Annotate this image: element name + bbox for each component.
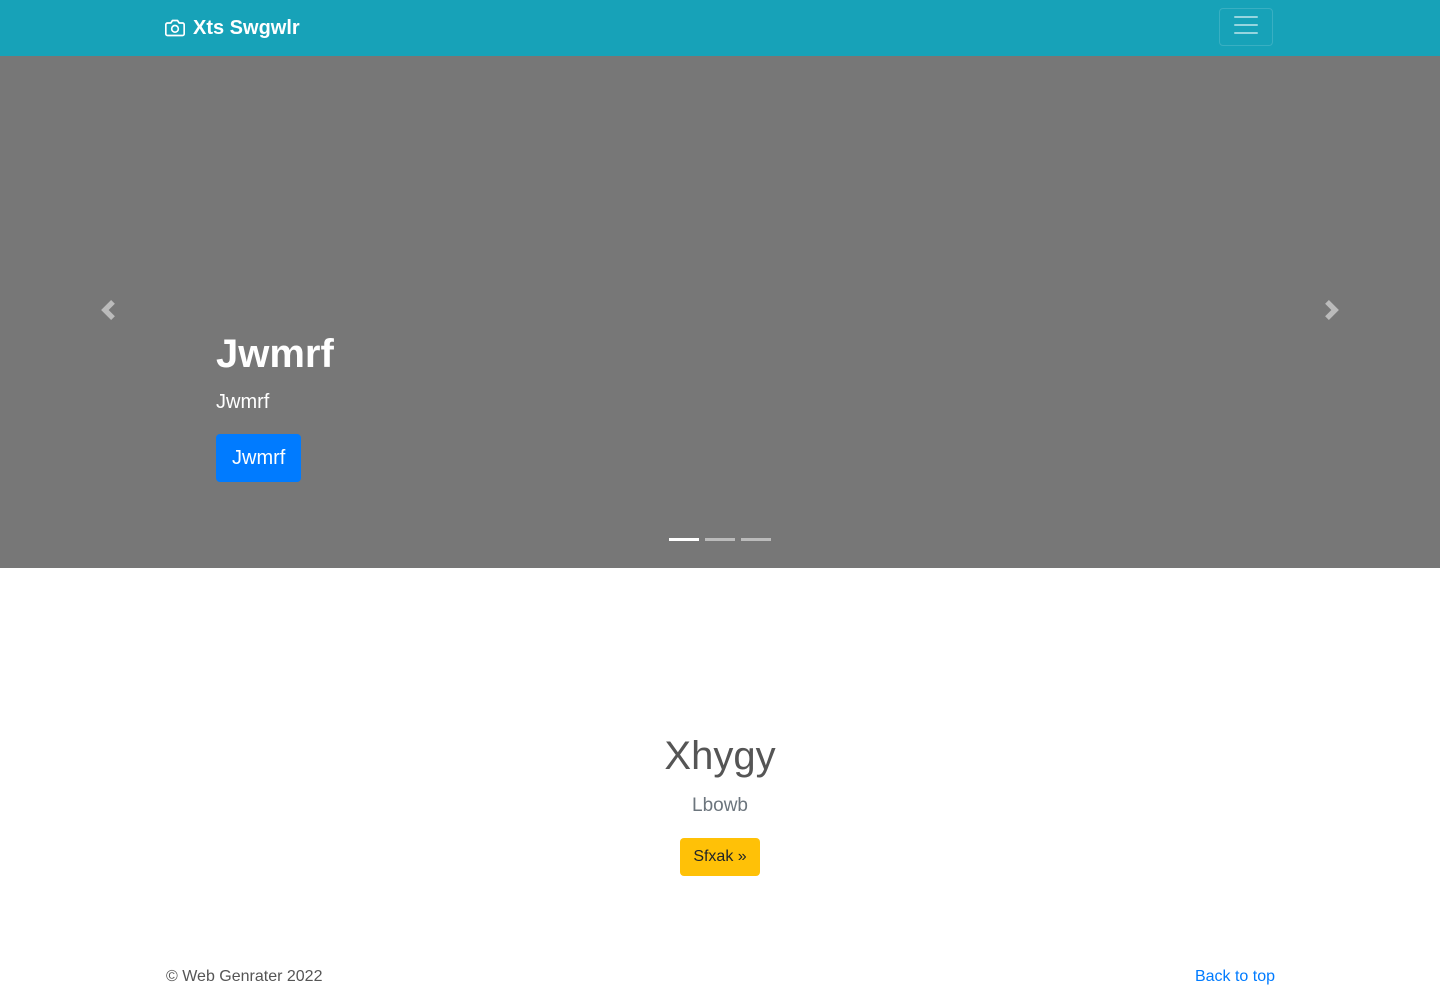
navbar-toggler-button[interactable] <box>1219 8 1273 46</box>
brand-label: Xts Swgwlr <box>193 16 300 39</box>
jumbotron-subtitle: Lbowb <box>692 795 748 816</box>
jumbotron-button[interactable]: Sfxak » <box>680 838 760 876</box>
carousel-prev-button[interactable] <box>0 56 216 568</box>
carousel-next-button[interactable] <box>1224 56 1440 568</box>
navbar-brand[interactable]: Xts Swgwlr <box>165 16 300 40</box>
carousel-indicator-3[interactable] <box>741 538 771 541</box>
chevron-right-icon <box>1322 299 1342 325</box>
carousel-indicators <box>0 538 1440 541</box>
jumbotron-title: Xhygy <box>664 734 776 778</box>
carousel-indicator-2[interactable] <box>705 538 735 541</box>
back-to-top-link[interactable]: Back to top <box>1195 965 1275 988</box>
slide-text: Jwmrf <box>216 391 270 413</box>
carousel: Jwmrf Jwmrf Jwmrf <box>0 56 1440 568</box>
slide-button[interactable]: Jwmrf <box>216 434 302 482</box>
jumbotron: Xhygy Lbowb Sfxak » <box>0 568 1440 876</box>
copyright-text: © Web Genrater 2022 <box>166 968 323 985</box>
camera-icon <box>165 18 185 38</box>
carousel-caption: Jwmrf Jwmrf Jwmrf <box>216 328 334 482</box>
slide-title: Jwmrf <box>216 332 334 376</box>
hamburger-icon <box>1231 10 1261 45</box>
footer: © Web Genrater 2022 Back to top <box>0 965 1440 988</box>
navbar: Xts Swgwlr <box>0 0 1440 56</box>
chevron-left-icon <box>98 299 118 325</box>
carousel-indicator-1[interactable] <box>669 538 699 541</box>
